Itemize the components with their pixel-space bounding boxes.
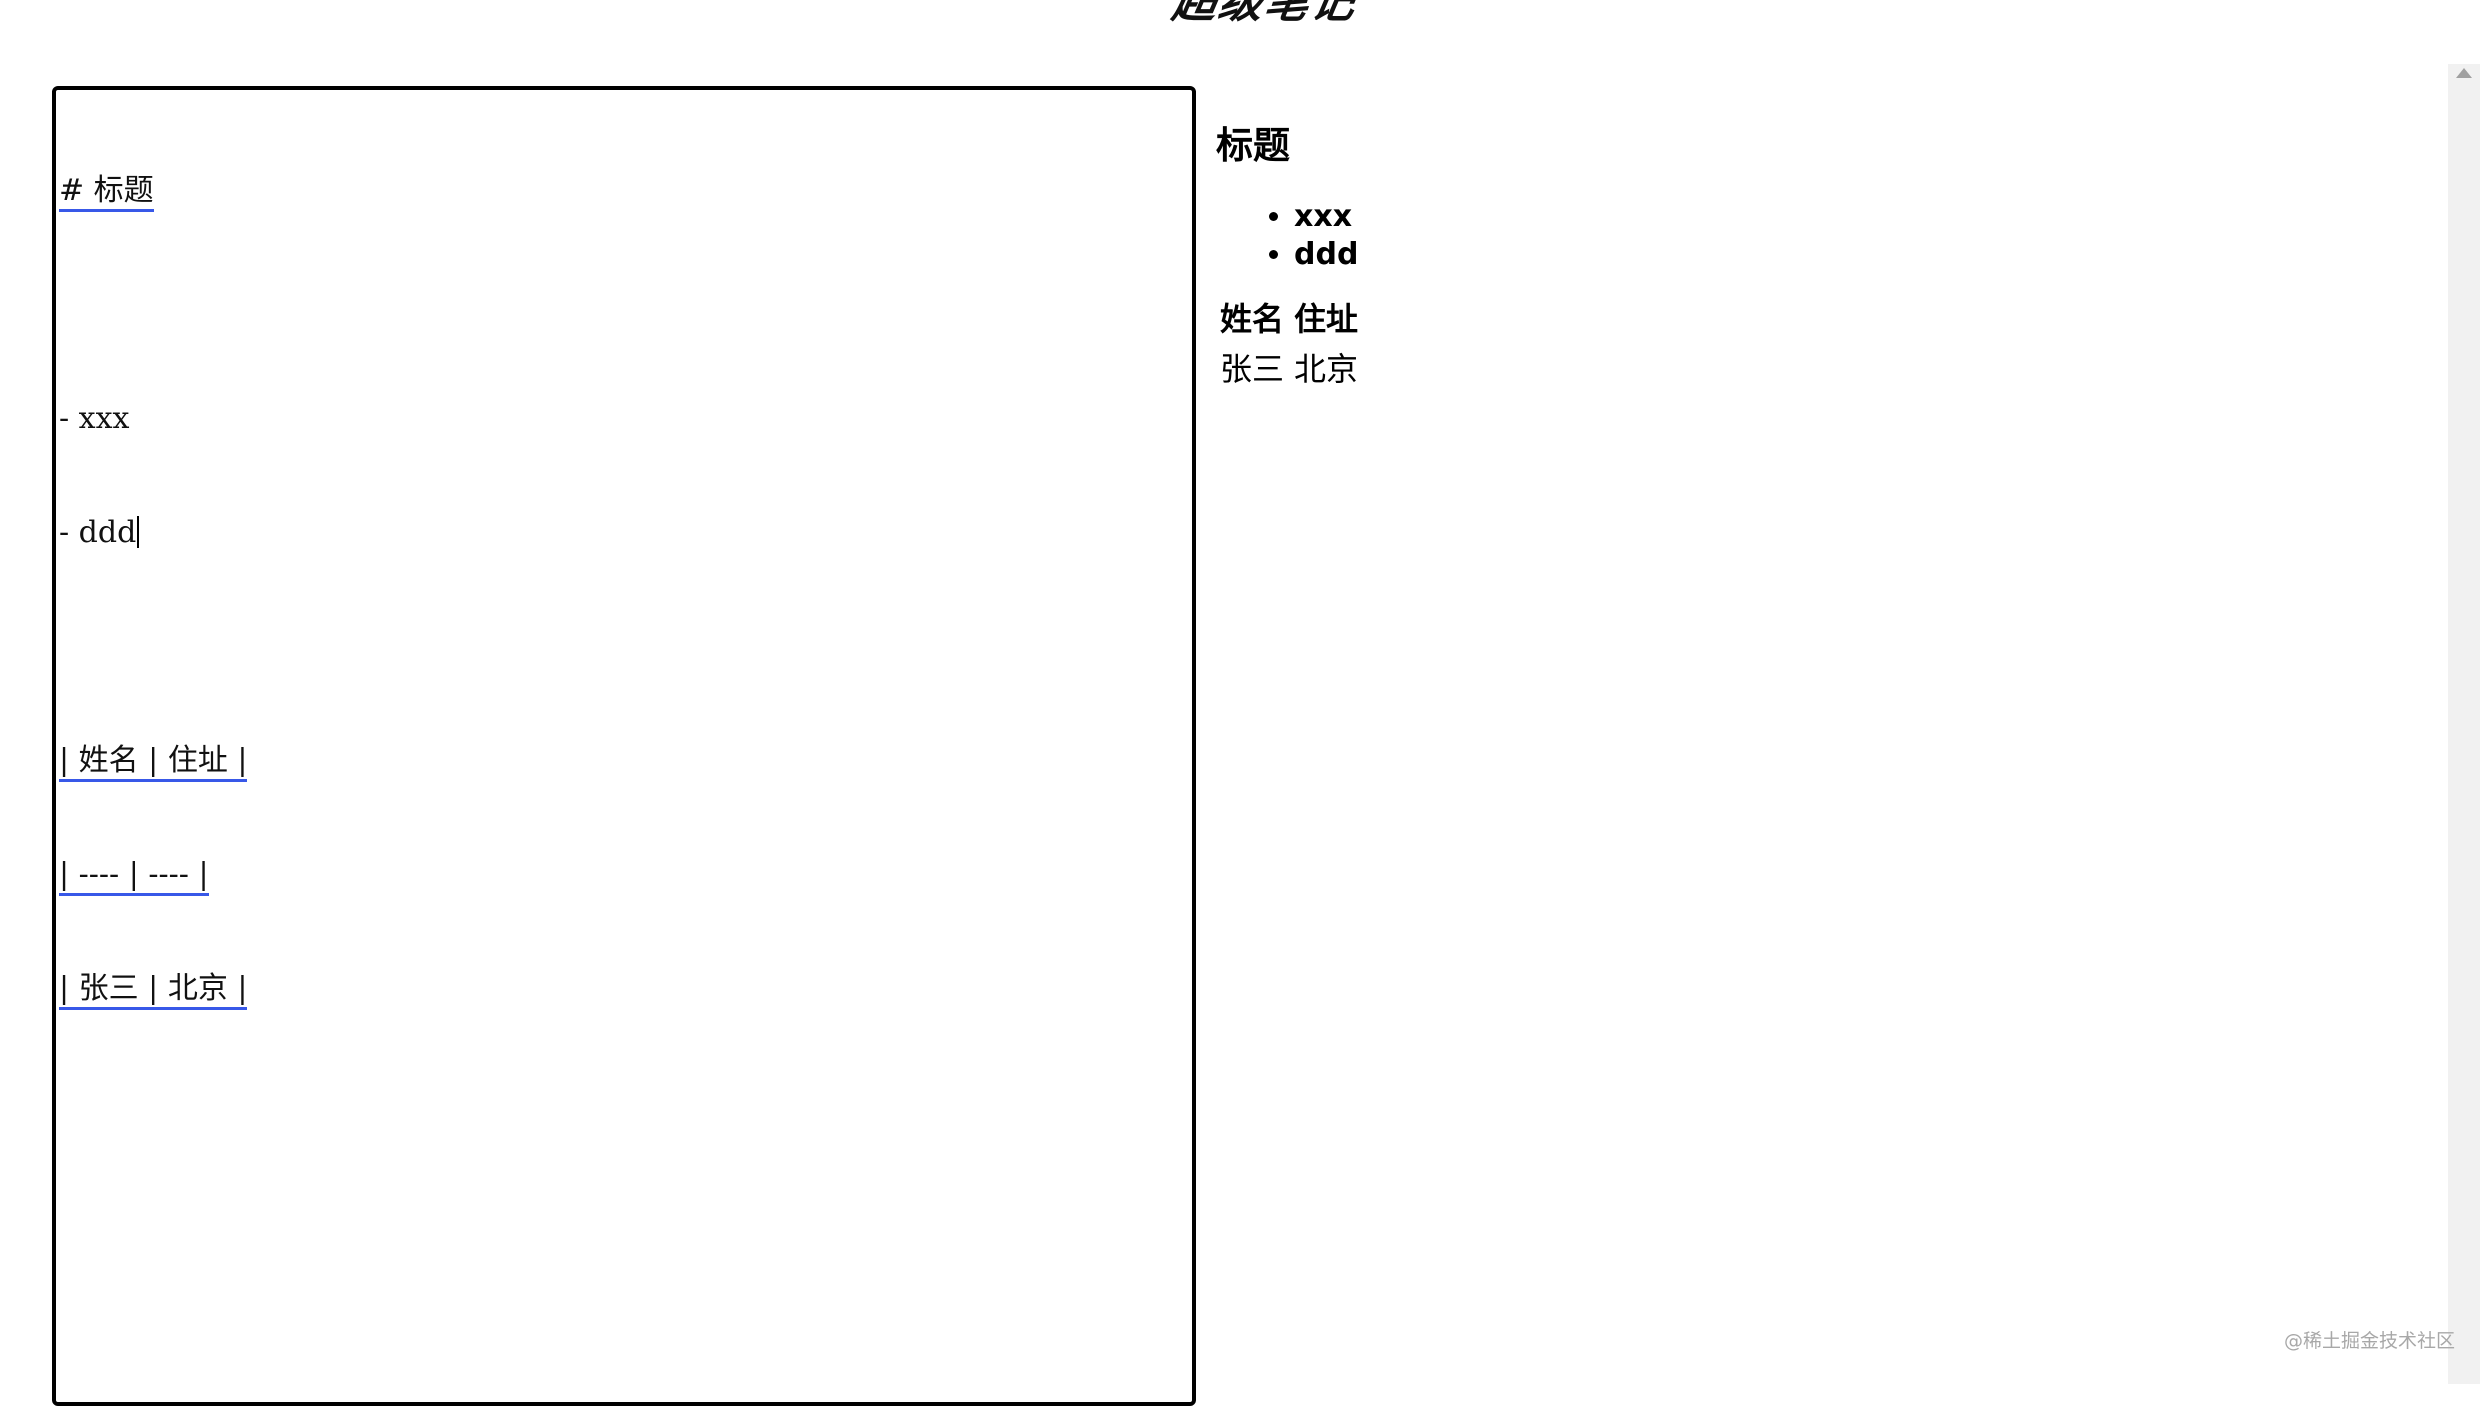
scroll-up-arrow-icon[interactable]	[2456, 68, 2472, 78]
editor-line-text: | ---- | ---- |	[59, 857, 209, 896]
preview-table-cell: 北京	[1294, 350, 1359, 388]
editor-line-text: - xxx	[59, 401, 130, 436]
markdown-preview: 标题 xxx ddd 姓名 住址 张三 北京	[1214, 100, 2414, 394]
editor-line-blank	[59, 286, 247, 324]
preview-list-item: xxx	[1294, 198, 2414, 236]
editor-line-list-item: - ddd	[59, 514, 247, 552]
preview-list-item: ddd	[1294, 236, 2414, 274]
editor-line-text: | 姓名 | 住址 |	[59, 743, 248, 782]
preview-table: 姓名 住址 张三 北京	[1220, 294, 1368, 394]
preview-table-header-cell: 住址	[1294, 300, 1359, 338]
editor-line-table-separator: | ---- | ---- |	[59, 856, 247, 896]
text-caret	[137, 516, 140, 548]
editor-line-text: - ddd	[59, 515, 137, 550]
editor-line-list-item: - xxx	[59, 400, 247, 438]
app-logo-title: 超级笔记	[1168, 0, 1362, 28]
editor-line-heading: # 标题	[59, 172, 247, 212]
editor-line-table-row: | 张三 | 北京 |	[59, 970, 248, 1010]
preview-table-header-cell: 姓名	[1220, 300, 1285, 338]
editor-content[interactable]: # 标题 - xxx - ddd | 姓名 | 住址 | | ---- | --…	[59, 96, 248, 1084]
preview-table-cell: 张三	[1220, 350, 1285, 388]
preview-table-header-row: 姓名 住址	[1220, 294, 1368, 344]
editor-line-text: # 标题	[59, 173, 154, 212]
editor-line-blank	[59, 628, 247, 666]
vertical-scrollbar[interactable]	[2448, 64, 2480, 1384]
editor-line-text: | 张三 | 北京 |	[59, 971, 248, 1010]
markdown-editor[interactable]: # 标题 - xxx - ddd | 姓名 | 住址 | | ---- | --…	[52, 86, 1196, 1406]
editor-line-table-header: | 姓名 | 住址 |	[59, 742, 248, 782]
preview-heading: 标题	[1216, 124, 1290, 167]
watermark: @稀土掘金技术社区	[2284, 1330, 2456, 1352]
preview-table-row: 张三 北京	[1220, 344, 1368, 394]
preview-list: xxx ddd	[1214, 198, 2414, 274]
